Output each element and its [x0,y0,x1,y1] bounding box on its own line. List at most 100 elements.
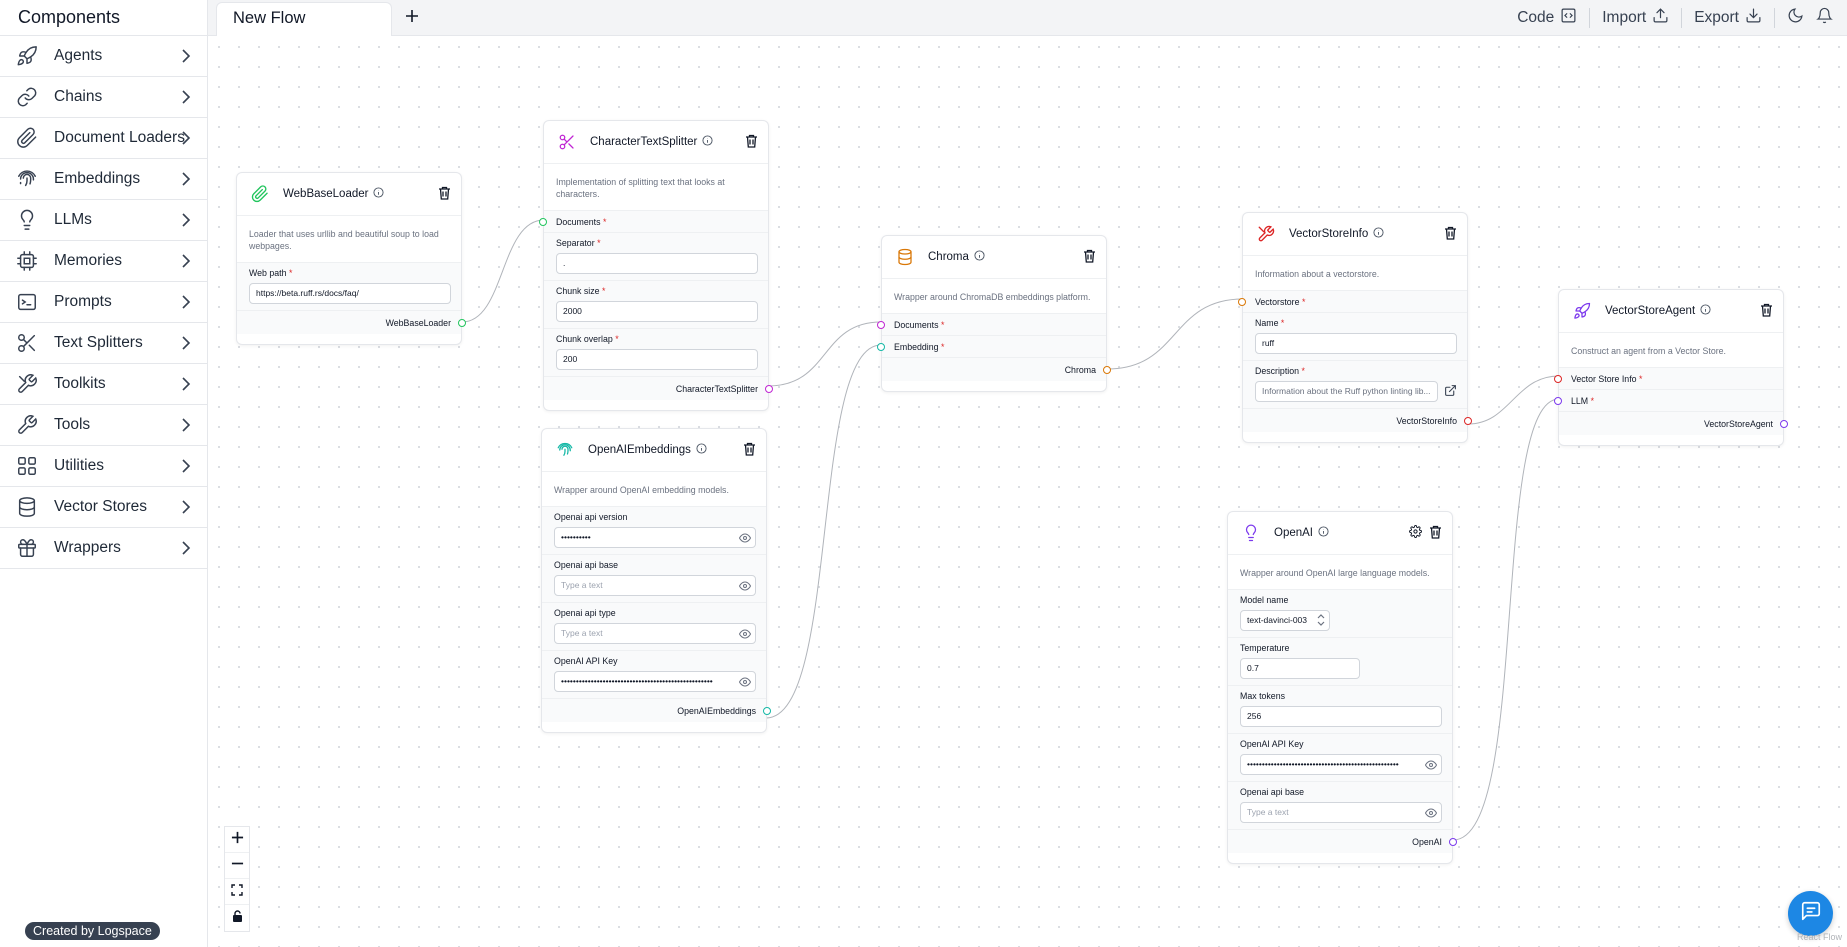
trash-icon[interactable] [1083,249,1096,268]
api-type-input[interactable]: Type a text [554,623,756,644]
input-handle[interactable] [1238,297,1246,306]
eye-icon[interactable] [738,628,752,643]
required-marker: * [602,217,607,227]
eye-icon[interactable] [1424,759,1438,774]
import-label: Import [1602,9,1647,26]
output-handle[interactable] [1449,837,1457,846]
node-chroma[interactable]: Chroma Wrapper around ChromaDB embedding… [877,235,1111,392]
output-handle[interactable] [458,318,466,327]
input-handle[interactable] [877,320,885,329]
sidebar-item-wrappers[interactable]: Wrappers [0,528,207,569]
web-path-input[interactable]: https://beta.ruff.rs/docs/faq/ [249,283,451,304]
sidebar-item-memories[interactable]: Memories [0,241,207,282]
eye-icon[interactable] [1424,807,1438,822]
model-name-select[interactable]: text-davinci-003 [1240,610,1330,631]
api-version-input[interactable]: •••••••••• [554,527,756,548]
sidebar-item-embeddings[interactable]: Embeddings [0,159,207,200]
dark-mode-button[interactable] [1775,7,1816,29]
react-flow-watermark[interactable]: React Flow [1797,932,1842,942]
api-key-input[interactable]: ••••••••••••••••••••••••••••••••••••••••… [1240,754,1442,775]
node-openai[interactable]: OpenAI Wrapper around OpenAI large langu… [1227,511,1457,864]
node-title: OpenAI [1274,527,1313,539]
required-marker: * [597,238,601,248]
chunk-overlap-input[interactable]: 200 [556,349,758,370]
field-api-version: Openai api version •••••••••• [542,506,766,554]
output-row: CharacterTextSplitter [544,376,773,400]
field-label: Openai api base [1240,787,1305,797]
eye-icon[interactable] [738,580,752,595]
eye-icon[interactable] [738,532,752,547]
input-handle[interactable] [539,217,547,226]
api-base-input[interactable]: Type a text [554,575,756,596]
node-webbaseloader[interactable]: WebBaseLoader Loader that uses urllib an… [236,172,466,345]
node-openaiembeddings[interactable]: OpenAIEmbeddings Wrapper around OpenAI e… [541,428,771,733]
name-input[interactable]: ruff [1255,333,1457,354]
input-handle[interactable] [1554,396,1562,405]
sidebar-item-toolkits[interactable]: Toolkits [0,364,207,405]
input-handle[interactable] [1554,374,1562,383]
external-link-icon[interactable] [1444,384,1457,399]
output-handle[interactable] [763,706,771,715]
sidebar-item-tools[interactable]: Tools [0,405,207,446]
field-label: Embedding [894,342,939,352]
info-icon[interactable] [373,185,385,203]
terminal-icon [14,289,40,315]
sidebar-item-chains[interactable]: Chains [0,77,207,118]
output-handle[interactable] [765,384,773,393]
chevron-right-icon [181,172,191,191]
info-icon[interactable] [974,248,985,266]
node-vectorstoreinfo[interactable]: VectorStoreInfo Information about a vect… [1238,212,1472,443]
sidebar-item-vector-stores[interactable]: Vector Stores [0,487,207,528]
info-icon[interactable] [1318,524,1329,542]
sidebar-item-text-splitters[interactable]: Text Splitters [0,323,207,364]
top-bar: New Flow Code Import Export [208,0,1847,36]
tab-new-flow[interactable]: New Flow [216,2,392,36]
eye-icon[interactable] [738,676,752,691]
output-row: WebBaseLoader [237,310,466,334]
zoom-in-button[interactable] [225,827,249,853]
sidebar-item-utilities[interactable]: Utilities [0,446,207,487]
separator-input[interactable]: . [556,253,758,274]
required-marker: * [615,334,619,344]
zoom-out-button[interactable] [225,853,249,879]
field-chunk-overlap: Chunk overlap * 200 [544,328,768,376]
input-handle[interactable] [877,342,885,351]
node-charactertextsplitter[interactable]: CharacterTextSplitter Implementation of … [539,120,773,411]
export-button[interactable]: Export [1682,7,1774,29]
sidebar-item-label: Memories [54,252,123,269]
chunk-size-input[interactable]: 2000 [556,301,758,322]
sidebar-item-llms[interactable]: LLMs [0,200,207,241]
sidebar-item-agents[interactable]: Agents [0,36,207,77]
field-label: Vectorstore [1255,297,1300,307]
trash-icon[interactable] [438,186,451,205]
fit-view-button[interactable] [225,879,249,905]
node-vectorstoreagent[interactable]: VectorStoreAgent Construct an agent from… [1554,289,1788,446]
info-icon[interactable] [1700,302,1711,320]
api-key-input[interactable]: ••••••••••••••••••••••••••••••••••••••••… [554,671,756,692]
chat-button[interactable] [1788,891,1833,936]
trash-icon[interactable] [1444,226,1457,245]
description-input[interactable]: Information about the Ruff python lintin… [1255,381,1438,402]
trash-icon[interactable] [745,134,758,153]
output-handle[interactable] [1780,419,1788,428]
trash-icon[interactable] [743,442,756,461]
trash-icon[interactable] [1760,303,1773,322]
info-icon[interactable] [1373,225,1384,243]
trash-icon[interactable] [1429,525,1442,544]
output-handle[interactable] [1464,416,1472,425]
api-base-input[interactable]: Type a text [1240,802,1442,823]
lock-button[interactable] [225,905,249,931]
created-by-badge[interactable]: Created by Logspace [25,922,160,940]
sidebar-item-prompts[interactable]: Prompts [0,282,207,323]
notifications-button[interactable] [1816,7,1847,29]
temperature-input[interactable]: 0.7 [1240,658,1360,679]
info-icon[interactable] [696,441,707,459]
output-handle[interactable] [1103,365,1111,374]
import-button[interactable]: Import [1590,7,1681,29]
code-button[interactable]: Code [1505,7,1589,29]
max-tokens-input[interactable]: 256 [1240,706,1442,727]
gear-icon[interactable] [1409,525,1422,543]
plus-icon[interactable] [404,8,420,29]
sidebar-item-document-loaders[interactable]: Document Loaders [0,118,207,159]
info-icon[interactable] [702,133,713,151]
